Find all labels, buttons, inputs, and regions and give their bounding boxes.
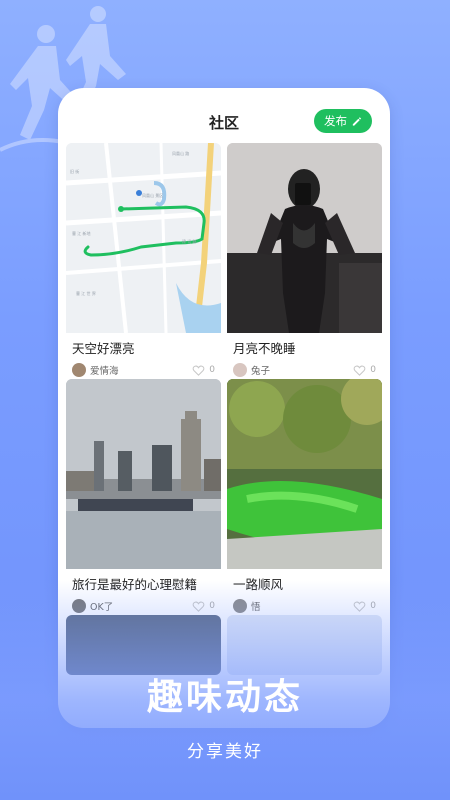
post-image-map[interactable]: 凤凰山 路 旧 街 凤凰山 景区 曹 江 新地 建 设 路 曹 江 世 界 [66, 143, 221, 333]
like-button[interactable]: 0 [353, 600, 376, 613]
portrait-photo-graphic [227, 143, 382, 333]
post-card[interactable]: 一路顺风 悟 0 [227, 379, 382, 620]
heart-icon [192, 601, 205, 612]
avatar[interactable] [72, 363, 86, 377]
svg-text:凤凰山 路: 凤凰山 路 [172, 150, 189, 156]
svg-text:旧 街: 旧 街 [70, 168, 79, 174]
like-count: 0 [209, 601, 215, 611]
heart-icon [192, 365, 205, 376]
avatar[interactable] [233, 363, 247, 377]
green-water-graphic [227, 379, 382, 569]
post-card[interactable]: 凤凰山 路 旧 街 凤凰山 景区 曹 江 新地 建 设 路 曹 江 世 界 天空… [66, 143, 221, 384]
svg-text:曹 江 世 界: 曹 江 世 界 [76, 290, 96, 296]
post-card[interactable]: 月亮不晚睡 兔子 0 [227, 143, 382, 384]
post-button[interactable]: 发布 [314, 109, 372, 133]
username: 爱情海 [90, 366, 119, 377]
post-title: 月亮不晚睡 [233, 341, 296, 356]
post-button-label: 发布 [324, 114, 347, 128]
post-card[interactable]: 旅行是最好的心理慰籍 OK了 0 [66, 379, 221, 620]
post-image-city[interactable] [66, 379, 221, 569]
like-count: 0 [209, 365, 215, 375]
edit-icon [352, 116, 362, 126]
map-route-graphic: 凤凰山 路 旧 街 凤凰山 景区 曹 江 新地 建 设 路 曹 江 世 界 [66, 143, 221, 333]
promo-headline: 趣味动态 [146, 677, 303, 718]
username: OK了 [90, 602, 114, 613]
heart-icon [353, 601, 366, 612]
svg-text:曹 江 新地: 曹 江 新地 [72, 230, 91, 236]
phone-frame: 社区 发布 凤凰山 路 旧 街 凤凰山 景区 曹 江 新地 建 设 路 曹 江 … [58, 88, 390, 728]
avatar[interactable] [72, 599, 86, 613]
heart-icon [353, 365, 366, 376]
post-image-portrait[interactable] [227, 143, 382, 333]
svg-text:凤凰山 景区: 凤凰山 景区 [142, 192, 163, 198]
post-title: 一路顺风 [233, 577, 284, 592]
post-card-partial[interactable] [66, 615, 221, 675]
avatar[interactable] [233, 599, 247, 613]
like-count: 0 [370, 365, 376, 375]
like-count: 0 [370, 601, 376, 611]
svg-text:建 设 路: 建 设 路 [182, 238, 197, 244]
post-image-lake[interactable] [227, 379, 382, 569]
post-title: 天空好漂亮 [72, 341, 135, 356]
post-card-partial[interactable] [227, 615, 382, 675]
like-button[interactable]: 0 [192, 600, 215, 613]
city-skyline-graphic [66, 379, 221, 569]
username: 兔子 [251, 366, 271, 377]
promo-subline: 分享美好 [187, 742, 263, 762]
username: 悟 [251, 602, 261, 613]
like-button[interactable]: 0 [192, 364, 215, 377]
post-title: 旅行是最好的心理慰籍 [72, 577, 198, 592]
like-button[interactable]: 0 [353, 364, 376, 377]
